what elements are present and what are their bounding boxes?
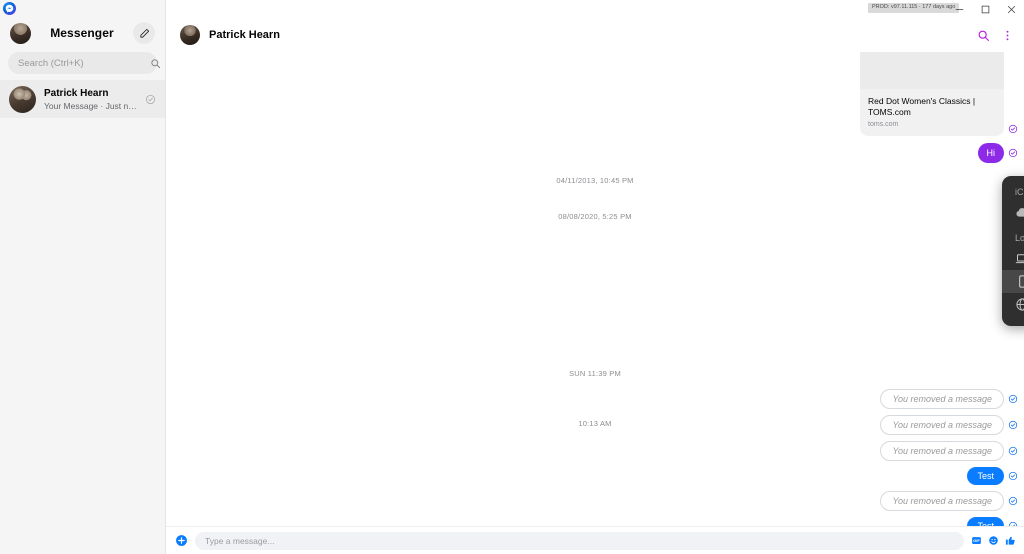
app-title: Messenger xyxy=(50,26,114,40)
composer-actions: GIF xyxy=(971,535,1016,546)
timestamp: 08/08/2020, 5:25 PM xyxy=(558,212,632,221)
conversation-item-patrick-hearn[interactable]: Patrick Hearn Your Message · Just now xyxy=(0,80,165,118)
message-input[interactable] xyxy=(205,535,954,546)
message-row: Test xyxy=(166,467,1024,485)
message-bubble[interactable]: Test xyxy=(967,517,1004,526)
message-row: You removed a message xyxy=(166,389,1024,409)
close-button[interactable] xyxy=(998,0,1024,18)
messenger-window: PROD: v97.11.115 · 177 days ago Messenge… xyxy=(0,0,1024,554)
svg-text:GIF: GIF xyxy=(973,539,980,543)
globe-icon xyxy=(1015,297,1024,312)
laptop-icon xyxy=(1015,251,1024,266)
message-row: You removed a message xyxy=(166,491,1024,511)
link-preview-image xyxy=(860,52,1004,89)
icloud-section-label: iCloud xyxy=(1015,187,1024,197)
emoji-icon[interactable] xyxy=(988,535,999,546)
avatar xyxy=(9,85,36,113)
delivered-icon xyxy=(1008,148,1018,158)
timestamp: 04/11/2013, 10:45 PM xyxy=(556,176,634,185)
conversation-preview: Your Message · Just now xyxy=(44,100,137,111)
location-item-iphone[interactable]: Patrick's iPhone xyxy=(1002,270,1024,293)
compose-button[interactable] xyxy=(133,22,155,44)
sidebar-search-wrap xyxy=(0,48,165,80)
locations-section-label: Locations xyxy=(1015,233,1024,243)
icloud-drive-item[interactable]: iCloud Drive xyxy=(1002,201,1024,224)
delivered-icon xyxy=(1008,471,1018,481)
location-item-network[interactable]: Network xyxy=(1002,293,1024,316)
chat-avatar[interactable] xyxy=(180,25,200,45)
message-row: Hi xyxy=(166,143,1024,163)
check-circle-icon xyxy=(145,94,156,105)
delivered-icon xyxy=(1008,446,1018,456)
message-bubble[interactable]: Test xyxy=(967,467,1004,485)
conversation-name: Patrick Hearn xyxy=(44,87,109,99)
sidebar: Messenger Patrick Hearn Your Message · J… xyxy=(0,0,166,554)
delivered-icon xyxy=(1008,124,1018,134)
message-row: Test xyxy=(166,517,1024,526)
timestamp: SUN 11:39 PM xyxy=(569,369,621,378)
search-input[interactable] xyxy=(18,57,150,69)
message-bubble[interactable]: Hi xyxy=(977,143,1004,163)
message-thread[interactable]: Red Dot Women's Classics | TOMS.com toms… xyxy=(166,52,1024,526)
delivered-icon xyxy=(1008,496,1018,506)
add-attachment-icon[interactable] xyxy=(175,534,188,547)
more-options-icon[interactable] xyxy=(996,24,1018,46)
link-preview-url: toms.com xyxy=(868,121,899,128)
user-avatar[interactable] xyxy=(10,22,31,44)
search-box[interactable] xyxy=(8,52,161,74)
message-row: Red Dot Women's Classics | TOMS.com toms… xyxy=(166,52,1024,136)
maximize-button[interactable] xyxy=(972,0,998,18)
message-bubble[interactable]: You removed a message xyxy=(880,389,1004,409)
like-thumbs-up-icon[interactable] xyxy=(1005,535,1016,546)
gif-icon[interactable]: GIF xyxy=(971,535,982,546)
minimize-button[interactable] xyxy=(946,0,972,18)
chat-panel: Patrick Hearn Red Dot Women's Classics |… xyxy=(166,0,1024,554)
timestamp: 10:13 AM xyxy=(578,419,612,428)
window-controls xyxy=(946,0,1024,18)
iphone-icon xyxy=(1015,274,1024,289)
sidebar-header: Messenger xyxy=(0,18,165,48)
delivered-icon xyxy=(1008,394,1018,404)
conversation-search-icon[interactable] xyxy=(972,24,994,46)
search-icon xyxy=(150,58,161,69)
message-composer: GIF xyxy=(166,526,1024,554)
message-input-wrap[interactable] xyxy=(195,531,964,550)
message-bubble[interactable]: You removed a message xyxy=(880,491,1004,511)
chat-title: Patrick Hearn xyxy=(209,29,280,41)
location-item-macbook[interactable]: Patrick's MacBook… xyxy=(1002,247,1024,270)
icloud-finder-popup[interactable]: iCloud iCloud Drive Locations Patrick's … xyxy=(1002,176,1024,326)
cloud-icon xyxy=(1015,205,1024,220)
link-preview-body: Red Dot Women's Classics | TOMS.com toms… xyxy=(860,89,1004,136)
link-preview-card[interactable]: Red Dot Women's Classics | TOMS.com toms… xyxy=(860,52,1004,136)
message-bubble[interactable]: You removed a message xyxy=(880,441,1004,461)
chat-header: Patrick Hearn xyxy=(166,18,1024,52)
link-preview-title: Red Dot Women's Classics | TOMS.com xyxy=(868,96,976,117)
message-row: You removed a message xyxy=(166,441,1024,461)
conversation-text: Patrick Hearn Your Message · Just now xyxy=(44,87,137,112)
chat-header-actions xyxy=(972,24,1018,46)
